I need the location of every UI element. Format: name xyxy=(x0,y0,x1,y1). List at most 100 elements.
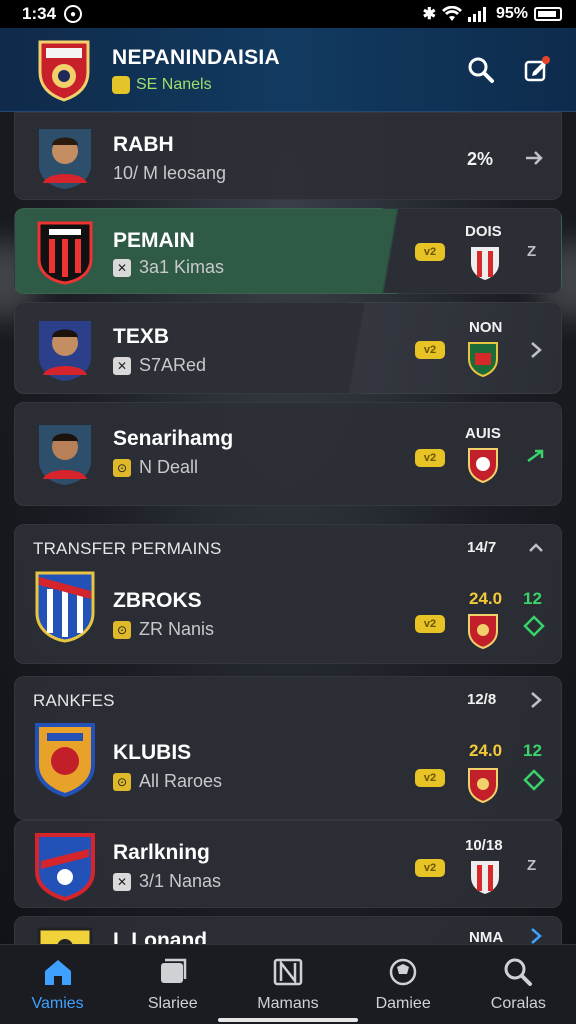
column-head: 10/18 xyxy=(465,837,503,854)
nav-label: Damiee xyxy=(375,995,431,1012)
list-item-active[interactable]: PEMAIN ✕ 3a1 Kimas v2 DOIS Z xyxy=(14,208,562,294)
player-list[interactable]: RABH 10/ M leosang 2% PEMAIN ✕ 3a1 Kimas… xyxy=(14,112,562,944)
home-icon xyxy=(44,960,71,985)
wifi-icon xyxy=(441,6,462,21)
app-subtitle: SE Nanels xyxy=(136,75,212,93)
home-indicator[interactable] xyxy=(218,1018,358,1022)
club-crest-icon xyxy=(38,40,90,102)
swap-icon[interactable] xyxy=(523,615,545,637)
column-head: NMA xyxy=(469,929,504,944)
nav-label: Coralas xyxy=(490,995,546,1012)
club-name: ZBROKS xyxy=(113,589,202,612)
rating-pill: v2 xyxy=(415,769,445,787)
nav-item-matches[interactable]: Mamans xyxy=(238,957,338,1013)
chevron-right-icon[interactable] xyxy=(525,925,547,944)
app-header: NEPANINDAISIA SE Nanels xyxy=(0,28,576,112)
notification-icon: ● xyxy=(64,5,83,23)
player-avatar xyxy=(39,321,91,381)
club-name: KLUBIS xyxy=(113,741,192,764)
section-title: TRANSFER PERMAINS xyxy=(33,539,222,558)
trend-up-icon xyxy=(527,449,544,463)
tag-icon: ✕ xyxy=(113,872,131,891)
nav-label: Mamans xyxy=(257,995,319,1012)
tag-icon: ✕ xyxy=(113,356,131,375)
list-item[interactable]: L Lonand NMA xyxy=(14,916,562,944)
player-avatar xyxy=(39,425,91,485)
gold-value: 24.0 xyxy=(469,589,503,608)
sort-icon[interactable] xyxy=(525,689,547,711)
nav-item-dames[interactable]: Damiee xyxy=(353,957,453,1013)
rating-pill: v2 xyxy=(415,859,445,877)
edit-button[interactable] xyxy=(520,53,554,87)
chevron-right-icon[interactable] xyxy=(523,147,545,169)
swap-icon[interactable] xyxy=(523,769,545,791)
league-chip-icon xyxy=(112,75,130,94)
column-head: 12/8 xyxy=(467,691,497,708)
section-card-transfers[interactable]: TRANSFER PERMAINS 14/7 ZBROKS ⊙ ZR Nanis… xyxy=(14,524,562,664)
search-icon xyxy=(468,57,494,83)
coin-icon: ⊙ xyxy=(113,772,131,791)
club-badge-icon xyxy=(35,571,95,643)
search-icon xyxy=(504,958,533,986)
green-value: 12 xyxy=(523,589,542,608)
shield-icon xyxy=(471,861,499,894)
app-title: NEPANINDAISIA xyxy=(112,45,281,69)
column-head: NON xyxy=(469,319,503,336)
shield-icon xyxy=(471,247,499,280)
player-detail: N Deall xyxy=(139,457,199,477)
list-item[interactable]: Rarlkning ✕ 3/1 Nanas v2 10/18 Z xyxy=(14,820,562,908)
club-badge-icon xyxy=(35,723,95,797)
sort-up-icon[interactable] xyxy=(525,537,547,559)
bottom-nav: Vamies Slariee Mamans Damiee Coralas xyxy=(0,944,576,1024)
player-name: Senarihamg xyxy=(113,427,234,450)
coin-icon: ⊙ xyxy=(113,458,131,477)
player-avatar xyxy=(39,129,91,189)
player-stat: 2% xyxy=(467,149,494,169)
shield-icon xyxy=(468,448,498,483)
ball-icon xyxy=(389,958,417,986)
club-badge-icon xyxy=(35,833,95,901)
tag-icon: ✕ xyxy=(113,258,131,277)
list-item[interactable]: TEXB ✕ S7ARed v2 NON xyxy=(14,302,562,394)
card-icon xyxy=(160,958,187,983)
player-detail: 3a1 Kimas xyxy=(139,257,225,277)
sort-icon[interactable]: Z xyxy=(527,243,536,260)
club-badge-icon xyxy=(37,927,93,944)
search-button[interactable] xyxy=(464,53,498,87)
club-detail: All Raroes xyxy=(139,771,223,791)
nav-item-home[interactable]: Vamies xyxy=(8,957,108,1013)
column-head: DOIS xyxy=(465,223,502,240)
rating-pill: v2 xyxy=(415,243,445,261)
coin-icon: ⊙ xyxy=(113,620,131,639)
club-badge-icon xyxy=(37,221,93,285)
green-value: 12 xyxy=(523,741,542,760)
chevron-right-icon[interactable] xyxy=(525,339,547,361)
player-detail: S7ARed xyxy=(139,355,207,375)
edit-icon xyxy=(524,55,550,81)
player-name: RABH xyxy=(113,133,174,156)
club-name: L Lonand xyxy=(113,929,208,944)
column-head: AUIS xyxy=(465,425,501,442)
player-detail: 10/ M leosang xyxy=(113,163,227,183)
shield-icon xyxy=(468,614,498,649)
list-item[interactable]: RABH 10/ M leosang 2% xyxy=(14,112,562,200)
gold-value: 24.0 xyxy=(469,741,503,760)
battery-icon xyxy=(534,7,562,21)
column-head: 14/7 xyxy=(467,539,497,556)
nav-label: Vamies xyxy=(31,995,84,1012)
nav-label: Slariee xyxy=(147,995,198,1012)
section-card-rankings[interactable]: RANKFES 12/8 KLUBIS ⊙ All Raroes v2 24.0… xyxy=(14,676,562,820)
status-time: 1:34 xyxy=(22,4,57,23)
signal-icon xyxy=(467,7,486,22)
section-title: RANKFES xyxy=(33,691,115,710)
pitch-icon xyxy=(273,958,303,986)
ranking-name: Rarlkning xyxy=(113,841,210,864)
shield-icon xyxy=(468,768,498,803)
nav-item-cards[interactable]: Slariee xyxy=(123,957,223,1013)
sort-icon[interactable]: Z xyxy=(527,857,536,874)
list-item[interactable]: Senarihamg ⊙ N Deall v2 AUIS xyxy=(14,402,562,506)
nav-item-search[interactable]: Coralas xyxy=(468,957,568,1013)
battery-percent: 95% xyxy=(495,5,528,22)
player-name: TEXB xyxy=(113,325,170,348)
rating-pill: v2 xyxy=(415,449,445,467)
